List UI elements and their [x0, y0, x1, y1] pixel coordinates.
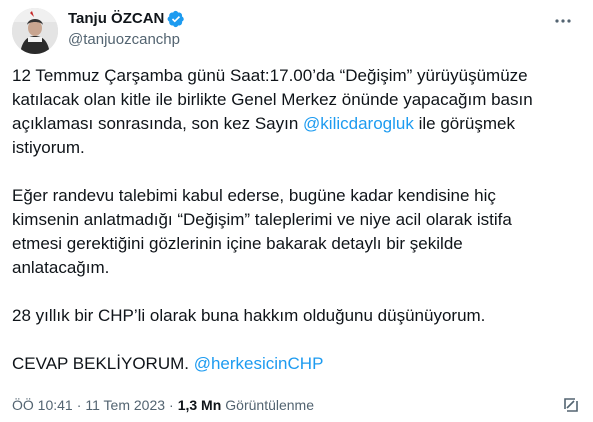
- views-label: Görüntülenme: [225, 397, 314, 413]
- author-display-name[interactable]: Tanju ÖZCAN: [68, 9, 164, 29]
- tweet-text-segment: CEVAP BEKLİYORUM.: [12, 354, 194, 373]
- tweet-meta: ÖÖ 10:41 · 11 Tem 2023 · 1,3 Mn Görüntül…: [12, 395, 314, 415]
- author-names: Tanju ÖZCAN @tanjuozcanchp: [68, 9, 185, 50]
- verified-badge-icon[interactable]: [167, 10, 185, 28]
- avatar[interactable]: [12, 8, 58, 54]
- meta-separator: ·: [76, 397, 82, 413]
- tweet-header: Tanju ÖZCAN @tanjuozcanchp: [12, 8, 581, 54]
- mention-link-herkesicinchp[interactable]: @herkesicinCHP: [194, 354, 324, 373]
- tweet-time[interactable]: ÖÖ 10:41: [12, 395, 73, 415]
- meta-separator: ·: [169, 397, 174, 413]
- author-handle[interactable]: @tanjuozcanchp: [68, 30, 185, 50]
- tweet-text: 12 Temmuz Çarşamba günü Saat:17.00’da “D…: [12, 64, 552, 400]
- mention-link-kilicdarogluk[interactable]: @kilicdarogluk: [303, 114, 414, 133]
- tweet-paragraph-4: CEVAP BEKLİYORUM. @herkesicinCHP: [12, 352, 552, 376]
- tweet-paragraph-3: 28 yıllık bir CHP’li olarak buna hakkım …: [12, 306, 486, 325]
- tweet-paragraph-1: 12 Temmuz Çarşamba günü Saat:17.00’da “D…: [12, 64, 552, 160]
- tweet-paragraph-2: Eğer randevu talebimi kabul ederse, bugü…: [12, 186, 517, 277]
- more-icon[interactable]: [553, 11, 573, 31]
- tweet: Tanju ÖZCAN @tanjuozcanchp 12 Temmuz Çar…: [0, 0, 593, 422]
- grok-icon[interactable]: [561, 395, 581, 415]
- views-count[interactable]: 1,3 Mn: [178, 395, 222, 415]
- tweet-date[interactable]: 11 Tem 2023: [85, 395, 165, 415]
